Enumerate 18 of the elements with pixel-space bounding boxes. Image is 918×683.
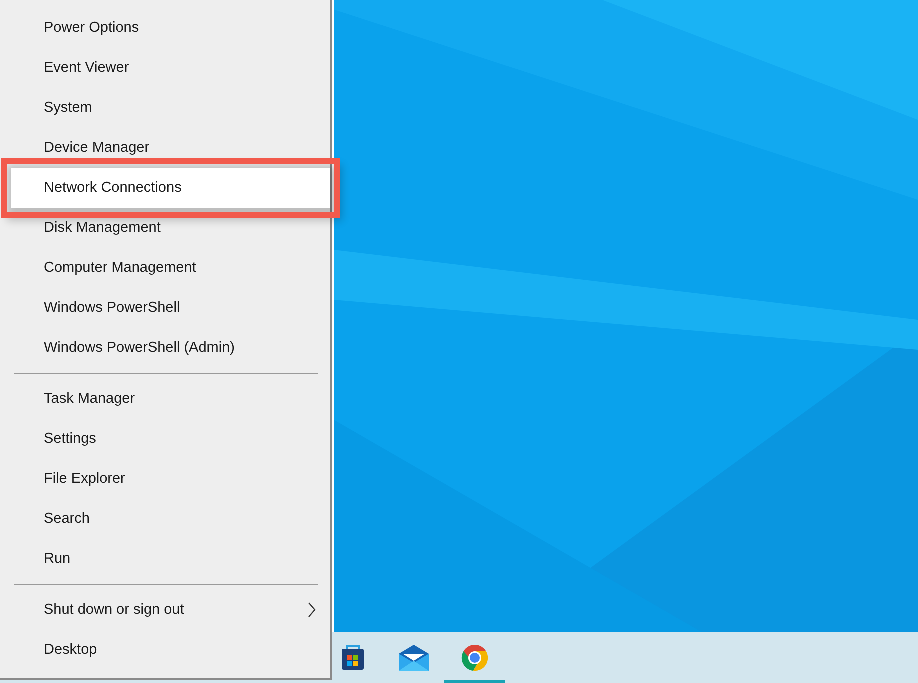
browser-icon <box>460 642 490 672</box>
menu-item[interactable]: Shut down or sign out <box>0 590 330 630</box>
menu-item[interactable]: Task Manager <box>0 379 330 419</box>
envelope-icon <box>398 644 430 672</box>
chevron-right-icon <box>308 602 316 618</box>
menu-item[interactable]: Settings <box>0 419 330 459</box>
menu-item[interactable]: Windows PowerShell (Admin) <box>0 328 330 368</box>
menu-item[interactable]: File Explorer <box>0 459 330 499</box>
menu-item[interactable]: Search <box>0 499 330 539</box>
menu-item[interactable]: Device Manager <box>0 128 330 168</box>
menu-item[interactable]: Windows PowerShell <box>0 288 330 328</box>
menu-item[interactable]: Event Viewer <box>0 48 330 88</box>
menu-item[interactable]: Power Options <box>0 8 330 48</box>
menu-item[interactable]: Disk Management <box>0 208 330 248</box>
menu-item[interactable]: Network Connections <box>11 168 330 208</box>
menu-item[interactable]: Computer Management <box>0 248 330 288</box>
menu-item[interactable]: Run <box>0 539 330 579</box>
menu-item[interactable]: System <box>0 88 330 128</box>
